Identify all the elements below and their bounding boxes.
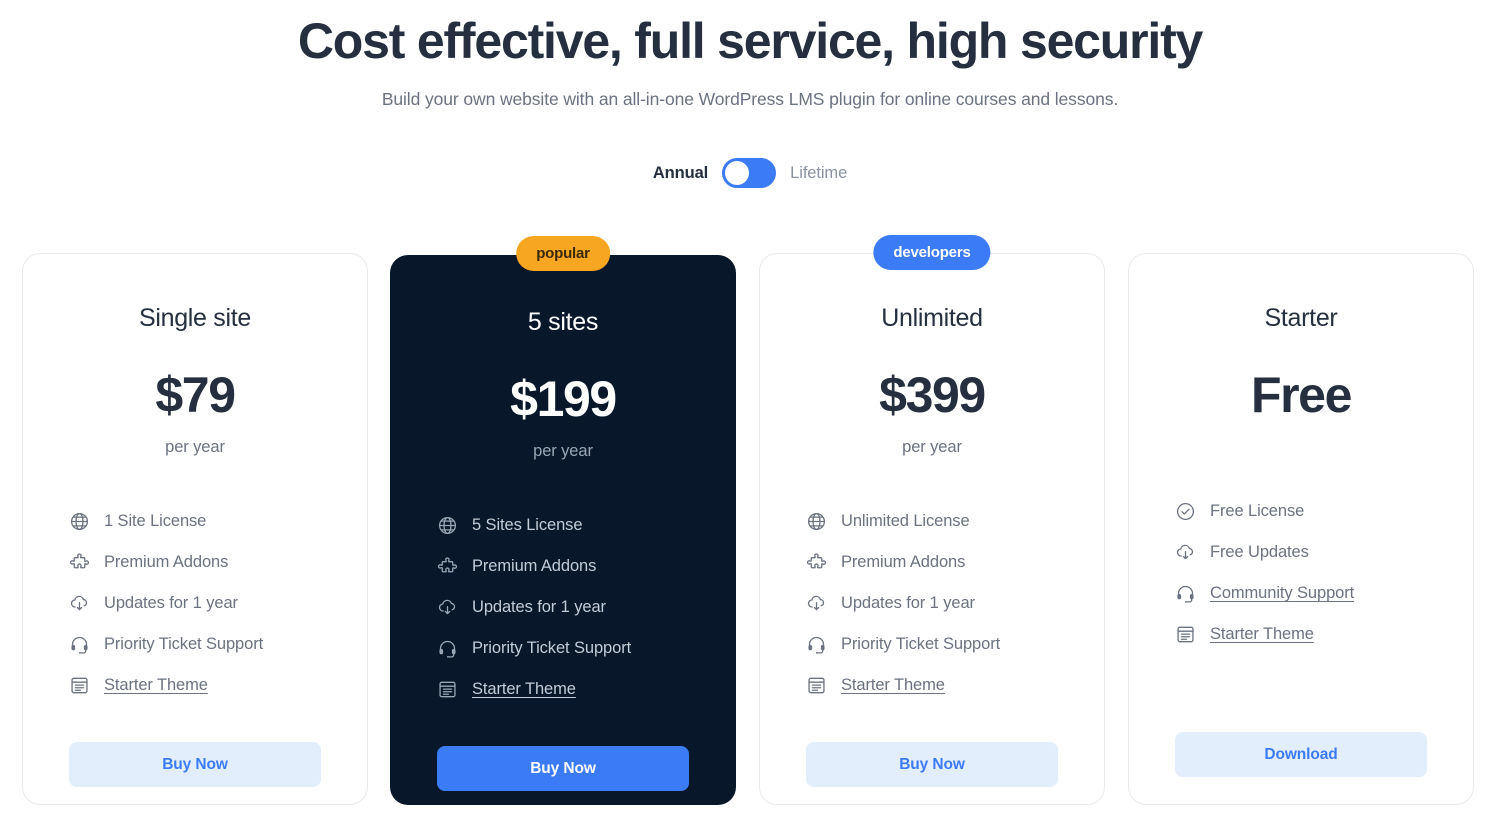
list-item-link[interactable]: Starter Theme bbox=[1175, 614, 1427, 655]
feature-label: Priority Ticket Support bbox=[472, 639, 632, 657]
cloud-download-icon bbox=[807, 595, 825, 611]
feature-list: 1 Site License Premium Addons Updates fo… bbox=[69, 501, 321, 706]
puzzle-icon bbox=[438, 557, 457, 573]
list-item: Premium Addons bbox=[69, 542, 321, 583]
feature-label: Starter Theme bbox=[1210, 625, 1314, 643]
list-item: Priority Ticket Support bbox=[437, 628, 689, 669]
pricing-card-featured[interactable]: popular 5 sites $199 per year 5 Sites Li… bbox=[390, 236, 736, 805]
pricing-card-list: Single site $79 per year 1 Site License … bbox=[0, 0, 1500, 837]
buy-now-button[interactable]: Buy Now bbox=[69, 742, 321, 787]
feature-label: Unlimited License bbox=[841, 512, 970, 530]
feature-label: Premium Addons bbox=[841, 553, 966, 571]
cloud-download-icon bbox=[438, 599, 456, 615]
plan-period: per year bbox=[165, 438, 225, 456]
pricing-card[interactable]: Single site $79 per year 1 Site License … bbox=[22, 253, 368, 805]
status-badge-popular: popular bbox=[516, 236, 610, 271]
globe-icon bbox=[70, 512, 89, 531]
plan-name: 5 sites bbox=[527, 308, 599, 336]
plan-name: Starter bbox=[1264, 304, 1338, 332]
list-item: Priority Ticket Support bbox=[806, 624, 1058, 665]
list-item: Updates for 1 year bbox=[69, 583, 321, 624]
feature-label: Free License bbox=[1210, 502, 1305, 520]
list-item: Free License bbox=[1175, 491, 1427, 532]
feature-label: Free Updates bbox=[1210, 543, 1309, 561]
feature-label: Starter Theme bbox=[104, 676, 208, 694]
list-item-link[interactable]: Community Support bbox=[1175, 573, 1427, 614]
buy-now-button[interactable]: Buy Now bbox=[437, 746, 689, 791]
list-item: Unlimited License bbox=[806, 501, 1058, 542]
list-item: 1 Site License bbox=[69, 501, 321, 542]
headset-icon bbox=[71, 636, 88, 654]
theme-icon bbox=[71, 677, 88, 694]
puzzle-icon bbox=[807, 553, 826, 569]
pricing-card[interactable]: developers Unlimited $399 per year Unlim… bbox=[759, 235, 1105, 805]
plan-period: per year bbox=[902, 438, 962, 456]
list-item: Updates for 1 year bbox=[437, 587, 689, 628]
feature-label: Community Support bbox=[1210, 584, 1355, 602]
plan-price: $399 bbox=[879, 367, 986, 423]
theme-icon bbox=[439, 681, 456, 698]
feature-list: Unlimited License Premium Addons Updates… bbox=[806, 501, 1058, 706]
globe-icon bbox=[807, 512, 826, 531]
feature-label: Updates for 1 year bbox=[472, 598, 606, 616]
feature-label: Updates for 1 year bbox=[104, 594, 238, 612]
plan-price: Free bbox=[1250, 367, 1352, 423]
feature-label: Premium Addons bbox=[472, 557, 597, 575]
headset-icon bbox=[1177, 585, 1194, 603]
list-item: Free Updates bbox=[1175, 532, 1427, 573]
list-item: Premium Addons bbox=[437, 546, 689, 587]
puzzle-icon bbox=[70, 553, 89, 569]
plan-price: $79 bbox=[155, 367, 236, 423]
list-item: 5 Sites License bbox=[437, 505, 689, 546]
plan-period: per year bbox=[533, 442, 593, 460]
feature-label: 5 Sites License bbox=[472, 516, 583, 534]
feature-list: Free License Free Updates Community Supp… bbox=[1175, 491, 1427, 655]
list-item: Priority Ticket Support bbox=[69, 624, 321, 665]
theme-icon bbox=[1177, 626, 1194, 643]
feature-list: 5 Sites License Premium Addons Updates f… bbox=[437, 505, 689, 710]
download-button[interactable]: Download bbox=[1175, 732, 1427, 777]
cloud-download-icon bbox=[70, 595, 88, 611]
globe-icon bbox=[438, 516, 457, 535]
headset-icon bbox=[439, 640, 456, 658]
status-badge-developers: developers bbox=[873, 235, 991, 270]
feature-label: Priority Ticket Support bbox=[104, 635, 264, 653]
list-item: Updates for 1 year bbox=[806, 583, 1058, 624]
list-item-link[interactable]: Starter Theme bbox=[806, 665, 1058, 706]
feature-label: Starter Theme bbox=[841, 676, 945, 694]
check-circle-icon bbox=[1176, 502, 1195, 521]
pricing-page: Cost effective, full service, high secur… bbox=[0, 0, 1500, 837]
plan-name: Unlimited bbox=[881, 304, 983, 332]
buy-now-button[interactable]: Buy Now bbox=[806, 742, 1058, 787]
headset-icon bbox=[808, 636, 825, 654]
feature-label: Starter Theme bbox=[472, 680, 576, 698]
list-item: Premium Addons bbox=[806, 542, 1058, 583]
feature-label: 1 Site License bbox=[104, 512, 207, 530]
list-item-link[interactable]: Starter Theme bbox=[437, 669, 689, 710]
theme-icon bbox=[808, 677, 825, 694]
feature-label: Premium Addons bbox=[104, 553, 229, 571]
feature-label: Priority Ticket Support bbox=[841, 635, 1001, 653]
list-item-link[interactable]: Starter Theme bbox=[69, 665, 321, 706]
feature-label: Updates for 1 year bbox=[841, 594, 975, 612]
plan-name: Single site bbox=[138, 304, 252, 332]
pricing-card[interactable]: Starter Free Free License Free Updates C… bbox=[1128, 253, 1474, 805]
cloud-download-icon bbox=[1176, 544, 1194, 560]
plan-price: $199 bbox=[510, 371, 617, 427]
